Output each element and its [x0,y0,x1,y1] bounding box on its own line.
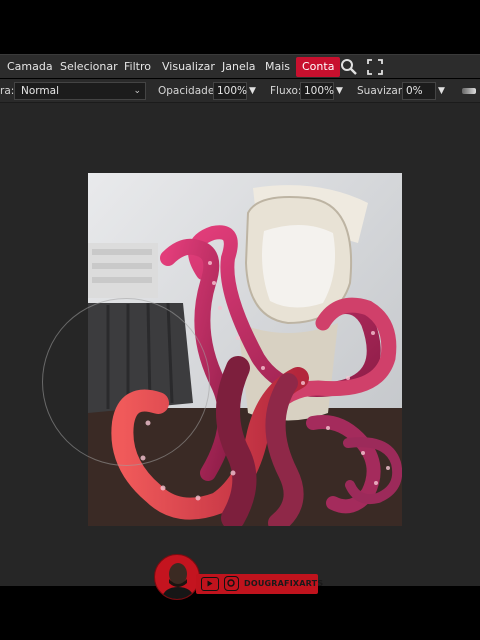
opacity-label: Opacidade: [158,85,218,97]
smooth-field[interactable]: 0% [402,82,436,100]
social-watermark: DOUGRAFIXARTS [196,574,323,594]
menu-visualizar[interactable]: Visualizar [162,55,215,79]
menu-camada[interactable]: Camada [7,55,53,79]
watermark-handle: DOUGRAFIXARTS [244,579,324,588]
menu-filtro[interactable]: Filtro [124,55,151,79]
brush-cursor [42,298,210,466]
flow-field[interactable]: 100% [300,82,334,100]
menu-janela[interactable]: Janela [222,55,256,79]
fullscreen-icon[interactable] [367,59,383,75]
blend-mode-value: Normal [21,85,59,97]
bottom-black-band [0,586,480,640]
search-icon[interactable] [340,58,358,76]
instagram-icon [224,576,239,591]
flow-label: Fluxo: [270,85,302,97]
menu-bar: Camada Selecionar Filtro Visualizar Jane… [0,54,480,78]
youtube-icon [201,577,219,591]
chevron-down-icon: ⌄ [133,86,141,96]
tool-options-bar: ra: Normal ⌄ Opacidade: 100% ▼ Fluxo: 10… [0,79,480,103]
flow-dropdown-icon[interactable]: ▼ [336,79,343,103]
smooth-dropdown-icon[interactable]: ▼ [438,79,445,103]
menu-selecionar[interactable]: Selecionar [60,55,118,79]
blend-mode-label: ra: [0,85,15,97]
avatar [154,554,200,600]
opacity-dropdown-icon[interactable]: ▼ [249,79,256,103]
smooth-label: Suavizar: [357,85,406,97]
opacity-field[interactable]: 100% [213,82,247,100]
blend-mode-select[interactable]: Normal ⌄ [14,82,146,100]
avatar-portrait-icon [161,563,195,599]
pressure-slider-icon[interactable] [462,88,476,94]
menu-conta-button[interactable]: Conta [296,57,341,77]
top-black-band [0,0,480,54]
menu-mais[interactable]: Mais [265,55,290,79]
